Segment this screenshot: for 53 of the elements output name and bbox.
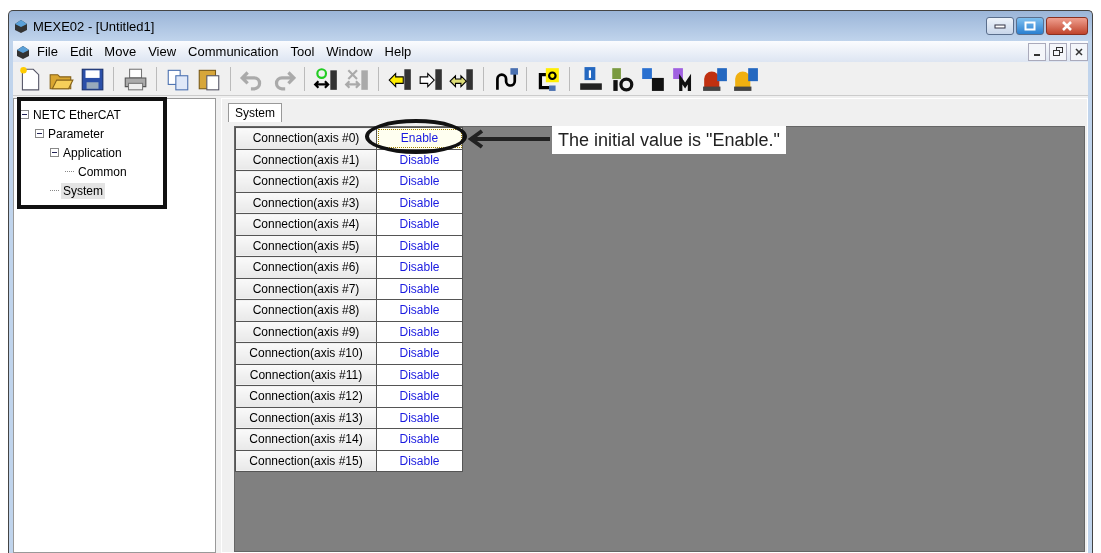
parameter-name-cell: Connection(axis #12) [235, 385, 377, 407]
document-icon [15, 43, 31, 60]
tree-item[interactable]: Application [61, 144, 124, 161]
minimize-button[interactable] [1028, 42, 1046, 61]
parameter-name-cell: Connection(axis #11) [235, 364, 377, 386]
menu-item[interactable]: Edit [63, 43, 99, 60]
minimize-icon [994, 23, 1006, 29]
menu-item[interactable]: File [31, 43, 64, 60]
maximize-button[interactable] [1016, 17, 1044, 35]
parameter-name-cell: Connection(axis #5) [235, 235, 377, 257]
menu-item[interactable]: View [142, 43, 183, 60]
parameter-name-cell: Connection(axis #6) [235, 256, 377, 278]
tree-item[interactable]: System [61, 182, 105, 199]
tree-item[interactable]: Parameter [46, 125, 107, 142]
tree-item[interactable]: Common [76, 163, 129, 180]
info-icon[interactable] [578, 65, 604, 92]
close-button[interactable] [1070, 42, 1088, 61]
collapse-toggle-icon[interactable] [35, 129, 44, 138]
tree-item[interactable]: NETC EtherCAT [31, 106, 123, 123]
menu-item[interactable]: Communication [182, 43, 285, 60]
minimize-icon [1034, 53, 1040, 56]
parameter-name-cell: Connection(axis #3) [235, 192, 377, 214]
parameter-name-cell: Connection(axis #0) [235, 127, 377, 149]
parameter-name-cell: Connection(axis #2) [235, 170, 377, 192]
menu-item[interactable]: Move [98, 43, 143, 60]
close-button[interactable] [1046, 17, 1088, 35]
alarm-lamp-icon[interactable] [702, 65, 728, 92]
menu-item[interactable]: Tool [284, 43, 321, 60]
collapse-toggle-icon[interactable] [50, 148, 59, 157]
parameter-name-cell: Connection(axis #8) [235, 299, 377, 321]
parameter-name-cell: Connection(axis #15) [235, 450, 377, 472]
parameter-name-cell: Connection(axis #1) [235, 149, 377, 171]
callout-text: The initial value is "Enable." [552, 126, 786, 154]
restore-icon [1053, 46, 1063, 57]
parameter-name-cell: Connection(axis #10) [235, 342, 377, 364]
parameter-name-cell: Connection(axis #14) [235, 428, 377, 450]
parameter-name-cell: Connection(axis #13) [235, 407, 377, 429]
parameter-value-cell[interactable]: Enable [376, 127, 463, 149]
tab[interactable]: System [228, 103, 282, 122]
parameter-name-cell: Connection(axis #7) [235, 278, 377, 300]
menu-item[interactable]: Help [378, 43, 418, 60]
maximize-icon [1024, 21, 1036, 31]
warning-lamp-icon[interactable] [733, 65, 759, 92]
close-icon [1061, 21, 1073, 31]
restore-button[interactable] [1049, 42, 1067, 61]
collapse-toggle-icon[interactable] [20, 110, 29, 119]
close-icon [1075, 47, 1083, 56]
parameter-name-cell: Connection(axis #4) [235, 213, 377, 235]
menu-item[interactable]: Window [320, 43, 379, 60]
parameter-name-cell: Connection(axis #9) [235, 321, 377, 343]
device-link-icon[interactable] [313, 65, 339, 92]
app-icon [13, 18, 29, 34]
window-title: MEXE02 - [Untitled1] [33, 18, 156, 34]
